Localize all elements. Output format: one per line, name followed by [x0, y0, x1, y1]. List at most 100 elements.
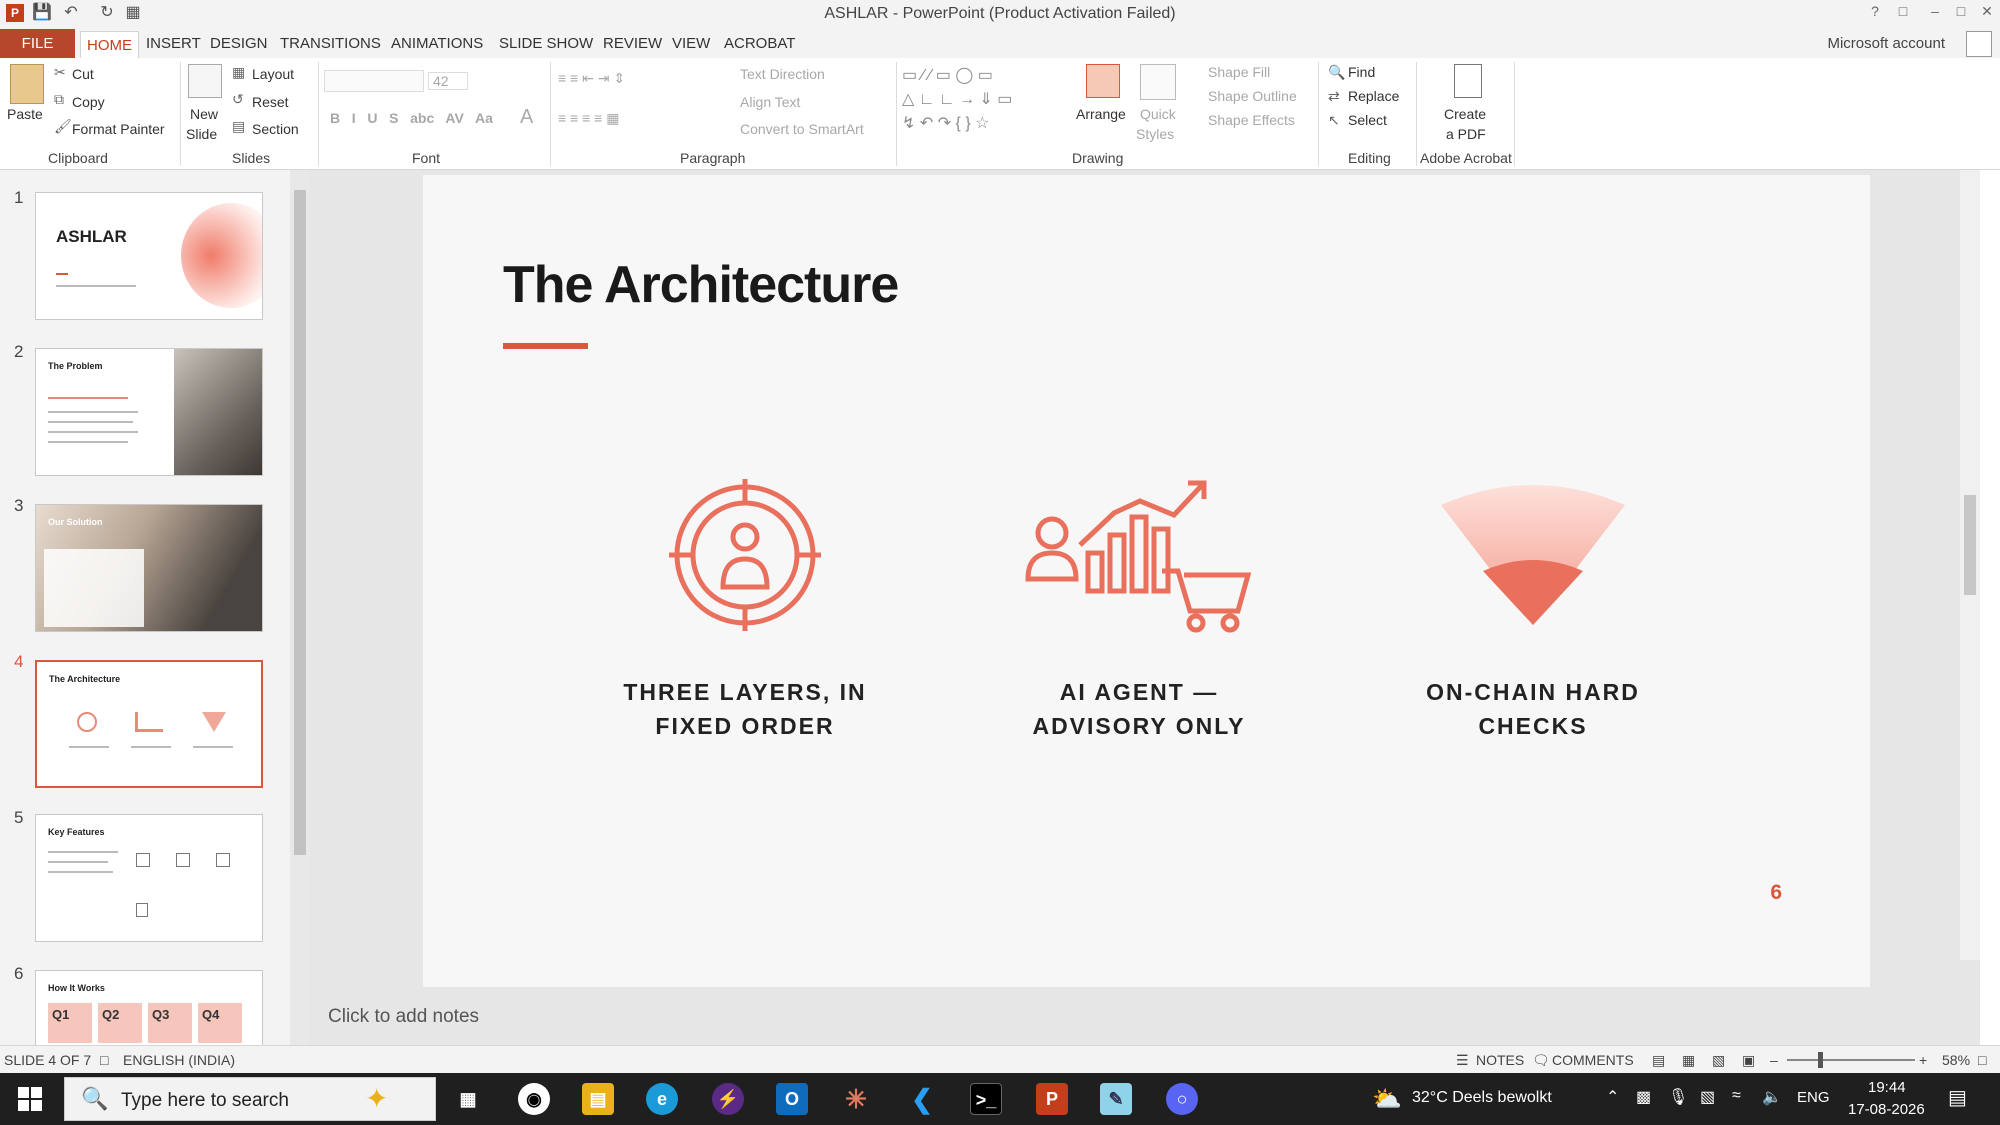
cut-button[interactable]: Cut — [72, 66, 94, 82]
alignment-icon[interactable]: ≡ ≡ ≡ ≡ ▦ — [558, 110, 619, 127]
github-icon[interactable]: ◉ — [518, 1083, 550, 1115]
slide-thumbnail-4[interactable]: The Architecture — [35, 660, 263, 788]
tab-slide-show[interactable]: SLIDE SHOW — [499, 33, 593, 55]
zoom-slider[interactable] — [1787, 1059, 1915, 1061]
tab-review[interactable]: REVIEW — [603, 33, 662, 55]
tab-animations[interactable]: ANIMATIONS — [391, 33, 483, 55]
shape-fill-button[interactable]: Shape Fill — [1208, 64, 1270, 80]
help-icon[interactable]: ? — [1866, 3, 1884, 21]
fit-slide-icon[interactable]: □ — [1978, 1052, 1986, 1068]
file-explorer-icon[interactable]: ▤ — [582, 1083, 614, 1115]
vscode-icon[interactable]: ❮ — [906, 1083, 938, 1115]
zoom-in-icon[interactable]: + — [1919, 1052, 1927, 1068]
chat-app-icon[interactable]: ○ — [1166, 1083, 1198, 1115]
reading-view-icon[interactable]: ▧ — [1712, 1052, 1725, 1069]
volume-icon[interactable]: 🔈 — [1762, 1087, 1782, 1107]
battery-icon[interactable]: ▧ — [1700, 1087, 1715, 1107]
reset-button[interactable]: Reset — [252, 94, 289, 110]
text-direction-button[interactable]: Text Direction — [740, 66, 825, 82]
notification-icon[interactable]: ▤ — [1948, 1085, 1967, 1110]
feature-ai-agent[interactable]: AI AGENT — ADVISORY ONLY — [979, 475, 1299, 743]
tab-file[interactable]: FILE — [0, 29, 75, 58]
weather-icon[interactable]: ⛅ — [1372, 1085, 1402, 1114]
powerpoint-taskbar-icon[interactable]: P — [1036, 1083, 1068, 1115]
comments-button[interactable]: COMMENTS — [1552, 1052, 1634, 1068]
create-pdf-icon[interactable] — [1454, 64, 1482, 98]
scrollbar-thumb[interactable] — [1964, 495, 1976, 595]
windows-start-icon[interactable] — [18, 1087, 42, 1111]
bullets-icon[interactable]: ≡ ≡ ⇤ ⇥ ⇕ — [558, 70, 625, 87]
font-family-select[interactable] — [324, 70, 424, 92]
layout-button[interactable]: Layout — [252, 66, 294, 82]
weather-text[interactable]: 32°C Deels bewolkt — [1412, 1089, 1552, 1107]
account-label[interactable]: Microsoft account — [1827, 35, 1945, 52]
font-size-select[interactable]: 42 — [428, 72, 468, 90]
font-color-icon[interactable]: A — [520, 106, 533, 129]
clock-time[interactable]: 19:44 — [1868, 1079, 1906, 1096]
slide-thumbnail-6[interactable]: How It Works Q1 Q2 Q3 Q4 — [35, 970, 263, 1045]
tab-view[interactable]: VIEW — [672, 33, 710, 55]
app-purple-icon[interactable]: ⚡ — [712, 1083, 744, 1115]
slide-thumbnail-3[interactable]: Our Solution — [35, 504, 263, 632]
minimize-icon[interactable]: – — [1926, 3, 1944, 21]
language-indicator[interactable]: ENGLISH (INDIA) — [123, 1052, 235, 1068]
find-button[interactable]: Find — [1348, 64, 1375, 80]
keyboard-language[interactable]: ENG — [1797, 1089, 1830, 1106]
normal-view-icon[interactable]: ▤ — [1652, 1052, 1665, 1069]
edge-icon[interactable]: e — [646, 1083, 678, 1115]
section-button[interactable]: Section — [252, 121, 299, 137]
scrollbar-thumb[interactable] — [294, 190, 306, 855]
feature-three-layers[interactable]: THREE LAYERS, IN FIXED ORDER — [585, 475, 905, 743]
create-pdf-button-line2[interactable]: a PDF — [1446, 126, 1486, 142]
notepad-icon[interactable]: ✎ — [1100, 1083, 1132, 1115]
format-painter-button[interactable]: Format Painter — [72, 121, 165, 137]
quick-styles-button[interactable]: Quick — [1140, 106, 1176, 122]
copy-button[interactable]: Copy — [72, 94, 105, 110]
tab-home[interactable]: HOME — [80, 31, 139, 58]
replace-button[interactable]: Replace — [1348, 88, 1399, 104]
feature-on-chain[interactable]: ON-CHAIN HARD CHECKS — [1373, 475, 1693, 743]
tab-acrobat[interactable]: ACROBAT — [724, 33, 795, 55]
zoom-slider-thumb[interactable] — [1818, 1052, 1823, 1068]
new-slide-button[interactable]: New — [190, 106, 218, 122]
slide-title[interactable]: The Architecture — [503, 255, 899, 315]
align-text-button[interactable]: Align Text — [740, 94, 800, 110]
slide-thumbnail-2[interactable]: The Problem — [35, 348, 263, 476]
tab-transitions[interactable]: TRANSITIONS — [280, 33, 381, 55]
select-button[interactable]: Select — [1348, 112, 1387, 128]
paste-button[interactable]: Paste — [7, 106, 43, 122]
close-icon[interactable]: ✕ — [1978, 3, 1996, 21]
slide-thumbnail-5[interactable]: Key Features — [35, 814, 263, 942]
font-format-icons[interactable]: B I U S abc AV Aa — [330, 110, 493, 126]
clock-date[interactable]: 17-08-2026 — [1848, 1101, 1925, 1118]
notes-button[interactable]: NOTES — [1476, 1052, 1524, 1068]
tray-app-icon[interactable]: ▩ — [1636, 1087, 1651, 1107]
new-slide-button-line2[interactable]: Slide — [186, 126, 217, 142]
task-view-icon[interactable]: ▦ — [452, 1083, 484, 1115]
outlook-icon[interactable]: O — [776, 1083, 808, 1115]
slide-sorter-icon[interactable]: ▦ — [1682, 1052, 1695, 1069]
convert-smartart-button[interactable]: Convert to SmartArt — [740, 121, 864, 137]
microphone-icon[interactable]: 🎙 — [1668, 1087, 1688, 1107]
create-pdf-button[interactable]: Create — [1444, 106, 1486, 122]
arrange-icon[interactable] — [1086, 64, 1120, 98]
tab-insert[interactable]: INSERT — [146, 33, 201, 55]
tab-design[interactable]: DESIGN — [210, 33, 268, 55]
maximize-icon[interactable]: □ — [1952, 3, 1970, 21]
zoom-out-icon[interactable]: – — [1770, 1052, 1778, 1068]
slide-thumbnail-1[interactable]: ASHLAR — [35, 192, 263, 320]
thumbnail-scrollbar[interactable] — [290, 170, 310, 1045]
shapes-gallery[interactable]: ▭ ∕ ∕ ▭ ◯ ▭ △ ∟ ∟ → ⇓ ▭ ↯ ↶ ↷ { } ☆ — [902, 64, 1062, 144]
new-slide-icon[interactable] — [188, 64, 222, 98]
slideshow-view-icon[interactable]: ▣ — [1742, 1052, 1755, 1069]
taskbar-search[interactable]: 🔍 Type here to search ✦ — [64, 1077, 436, 1121]
spellcheck-icon[interactable]: □ — [100, 1052, 108, 1068]
slide-scrollbar[interactable] — [1960, 170, 1980, 960]
tray-chevron-icon[interactable]: ⌃ — [1606, 1087, 1619, 1107]
claude-icon[interactable]: ✳ — [840, 1083, 872, 1115]
quick-styles-button-line2[interactable]: Styles — [1136, 126, 1174, 142]
paste-icon[interactable] — [10, 64, 44, 104]
avatar[interactable] — [1966, 31, 1992, 57]
terminal-icon[interactable]: >_ — [970, 1083, 1002, 1115]
zoom-level[interactable]: 58% — [1942, 1052, 1970, 1068]
